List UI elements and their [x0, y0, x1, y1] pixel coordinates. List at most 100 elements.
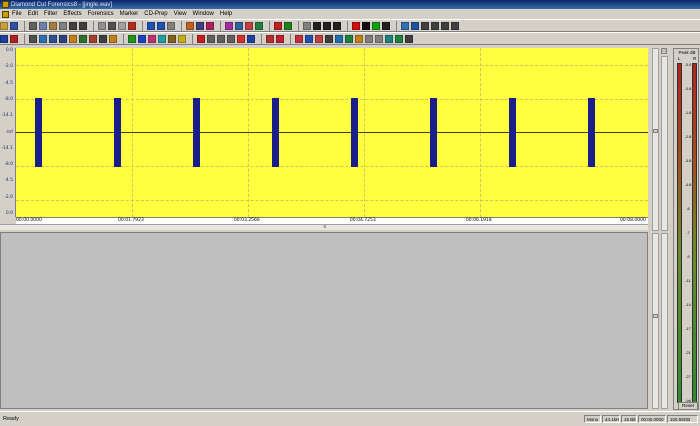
- menu-forensics[interactable]: Forensics: [88, 11, 114, 17]
- zoom-slider-bottom-right[interactable]: [661, 233, 668, 409]
- graph-e-icon[interactable]: [109, 34, 117, 43]
- cross-icon[interactable]: [99, 34, 107, 43]
- filter-c-icon[interactable]: [206, 21, 214, 30]
- fx-f-icon[interactable]: [178, 34, 186, 43]
- document-icon[interactable]: [2, 10, 9, 18]
- fx-c-icon[interactable]: [148, 34, 156, 43]
- nav-l-icon[interactable]: [405, 34, 413, 43]
- pause-icon[interactable]: [323, 21, 331, 30]
- menu-view[interactable]: View: [174, 11, 187, 17]
- link-b-icon[interactable]: [217, 34, 225, 43]
- output-pane[interactable]: [0, 232, 648, 409]
- eq-icon[interactable]: [235, 21, 243, 30]
- cd-icon[interactable]: [284, 21, 292, 30]
- skip-start-icon[interactable]: [303, 21, 311, 30]
- eq-blue-icon[interactable]: [247, 34, 255, 43]
- skip-end-icon[interactable]: [333, 21, 341, 30]
- undo-icon[interactable]: [69, 21, 77, 30]
- stereo-icon[interactable]: [255, 21, 263, 30]
- zoom-slider-top-right[interactable]: [661, 56, 668, 231]
- menu-help[interactable]: Help: [220, 11, 232, 17]
- time-ruler[interactable]: 00:00.0000 00:01.7923 00:03.2566 00:04.7253…: [16, 217, 648, 224]
- menu-marker[interactable]: Marker: [120, 11, 139, 17]
- redo-icon[interactable]: [79, 21, 87, 30]
- nav-h-icon[interactable]: [365, 34, 373, 43]
- globe-icon[interactable]: [274, 21, 282, 30]
- zoom-icon[interactable]: [108, 21, 116, 30]
- link-c-icon[interactable]: [227, 34, 235, 43]
- view-c-icon[interactable]: [49, 34, 57, 43]
- graph-c-icon[interactable]: [79, 34, 87, 43]
- oval-red-icon[interactable]: [276, 34, 284, 43]
- rewind-icon[interactable]: [313, 21, 321, 30]
- peak-meter-title: Peak dB: [678, 50, 696, 55]
- nav-k-icon[interactable]: [395, 34, 403, 43]
- loop-icon[interactable]: [382, 21, 390, 30]
- graph-a-icon[interactable]: [59, 34, 67, 43]
- wave-icon[interactable]: [245, 21, 253, 30]
- menu-window[interactable]: Window: [193, 11, 214, 17]
- rec-red-icon[interactable]: [197, 34, 205, 43]
- save-icon[interactable]: [10, 21, 18, 30]
- zoom-slider-top-left[interactable]: [652, 48, 659, 231]
- paste-icon[interactable]: [49, 21, 57, 30]
- print-icon[interactable]: [59, 21, 67, 30]
- nav-j-icon[interactable]: [385, 34, 393, 43]
- marker-del-icon[interactable]: [10, 34, 18, 43]
- play-icon[interactable]: [372, 21, 380, 30]
- zoom-all-icon[interactable]: [451, 21, 459, 30]
- slider-thumb[interactable]: [653, 129, 658, 133]
- restore-icon[interactable]: □: [661, 48, 667, 54]
- tool-c-icon[interactable]: [167, 21, 175, 30]
- menu-filter[interactable]: Filter: [44, 11, 57, 17]
- nav-d-icon[interactable]: [325, 34, 333, 43]
- reset-button[interactable]: Reset: [678, 402, 698, 410]
- filter-a-icon[interactable]: [186, 21, 194, 30]
- tool-b-icon[interactable]: [157, 21, 165, 30]
- tool-a-icon[interactable]: [147, 21, 155, 30]
- wave-red-icon[interactable]: [237, 34, 245, 43]
- spectrum-icon[interactable]: [225, 21, 233, 30]
- cut-icon[interactable]: [29, 21, 37, 30]
- scroll-grip-icon[interactable]: ≡: [322, 225, 328, 230]
- marker-a-icon[interactable]: [401, 21, 409, 30]
- nav-i-icon[interactable]: [375, 34, 383, 43]
- zoom-out-icon[interactable]: [431, 21, 439, 30]
- graph-b-icon[interactable]: [69, 34, 77, 43]
- fx-b-icon[interactable]: [138, 34, 146, 43]
- pencil-icon[interactable]: [98, 21, 106, 30]
- nav-g-icon[interactable]: [355, 34, 363, 43]
- zoom-slider-bottom-left[interactable]: [652, 233, 659, 409]
- copy-icon[interactable]: [39, 21, 47, 30]
- view-a-icon[interactable]: [29, 34, 37, 43]
- fx-d-icon[interactable]: [158, 34, 166, 43]
- link-a-icon[interactable]: [207, 34, 215, 43]
- nav-a-icon[interactable]: [295, 34, 303, 43]
- nav-b-icon[interactable]: [305, 34, 313, 43]
- nav-c-icon[interactable]: [315, 34, 323, 43]
- marker-add-icon[interactable]: [0, 34, 8, 43]
- graph-d-icon[interactable]: [89, 34, 97, 43]
- bar-red-icon[interactable]: [266, 34, 274, 43]
- nav-f-icon[interactable]: [345, 34, 353, 43]
- menu-cd-prep[interactable]: CD-Prep: [144, 11, 167, 17]
- select-icon[interactable]: [118, 21, 126, 30]
- view-b-icon[interactable]: [39, 34, 47, 43]
- menu-edit[interactable]: Edit: [28, 11, 38, 17]
- fx-e-icon[interactable]: [168, 34, 176, 43]
- menu-effects[interactable]: Effects: [63, 11, 81, 17]
- zoom-in-icon[interactable]: [421, 21, 429, 30]
- stop-icon[interactable]: [362, 21, 370, 30]
- brush-icon[interactable]: [128, 21, 136, 30]
- menu-file[interactable]: File: [12, 11, 22, 17]
- waveform-view[interactable]: [16, 48, 648, 217]
- nav-e-icon[interactable]: [335, 34, 343, 43]
- marker-b-icon[interactable]: [411, 21, 419, 30]
- horizontal-scrollbar[interactable]: ≡: [0, 224, 648, 230]
- fx-a-icon[interactable]: [128, 34, 136, 43]
- record-icon[interactable]: [352, 21, 360, 30]
- zoom-fit-icon[interactable]: [441, 21, 449, 30]
- slider-thumb[interactable]: [653, 314, 658, 318]
- open-icon[interactable]: [0, 21, 8, 30]
- filter-b-icon[interactable]: [196, 21, 204, 30]
